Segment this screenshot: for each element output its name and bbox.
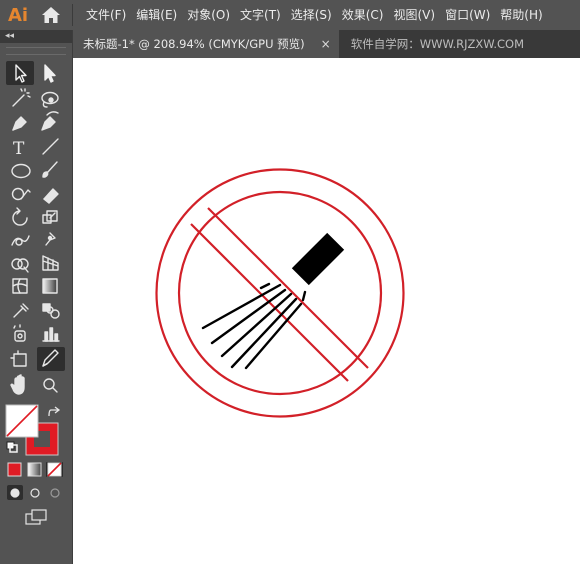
tab-document[interactable]: 未标题-1* @ 208.94% (CMYK/GPU 预览) × [73, 30, 339, 58]
close-icon[interactable]: × [321, 37, 331, 51]
document-tab-bar: 未标题-1* @ 208.94% (CMYK/GPU 预览) × 软件自学网：W… [73, 30, 580, 58]
shaper-tool-icon[interactable] [11, 187, 31, 201]
draw-inside-icon[interactable] [50, 488, 60, 498]
gradient-tool-icon[interactable] [42, 278, 58, 294]
screen-mode-icon[interactable] [25, 509, 47, 525]
mesh-tool-icon[interactable] [12, 278, 28, 294]
app-logo: Ai [7, 4, 29, 26]
column-graph-tool-icon[interactable] [42, 327, 60, 342]
hand-tool-icon[interactable] [10, 374, 25, 395]
scale-tool-icon[interactable] [42, 210, 58, 224]
paintbrush-tool-icon[interactable] [42, 161, 58, 178]
draw-behind-icon[interactable] [30, 488, 40, 498]
spray-can-icon [201, 232, 345, 370]
collapse-panel-button[interactable]: ◂◂ [0, 30, 72, 43]
color-mode-button[interactable] [7, 462, 22, 477]
warp-tool-icon[interactable] [11, 235, 30, 246]
blend-tool-icon[interactable] [42, 303, 60, 319]
direct-selection-tool-icon[interactable] [44, 64, 56, 83]
illustrator-window: Ai 文件(F) 编辑(E) 对象(O) 文字(T) 选择(S) 效果(C) 视… [0, 0, 580, 564]
menu-view[interactable]: 视图(V) [388, 0, 440, 30]
line-segment-tool-icon[interactable] [42, 138, 59, 155]
ellipse-tool-icon[interactable] [11, 163, 31, 179]
shape-builder-tool-icon[interactable] [11, 258, 29, 273]
magic-wand-tool-icon[interactable] [12, 88, 31, 107]
home-icon[interactable] [36, 0, 66, 30]
pencil-tool-highlight [37, 347, 65, 371]
rotate-tool-icon[interactable] [12, 207, 28, 226]
menu-edit[interactable]: 编辑(E) [131, 0, 182, 30]
tools-panel: ◂◂ T [0, 30, 73, 564]
symbol-sprayer-tool-icon[interactable] [13, 324, 26, 342]
puppet-warp-tool-icon[interactable] [45, 232, 56, 246]
diagonal-line-top[interactable] [207, 207, 369, 369]
zoom-tool-icon[interactable] [43, 378, 58, 393]
draw-normal-icon[interactable] [10, 488, 20, 498]
menu-effect[interactable]: 效果(C) [337, 0, 389, 30]
menu-help[interactable]: 帮助(H) [495, 0, 547, 30]
type-tool-icon[interactable]: T [13, 139, 25, 159]
fill-stroke-swatches [5, 404, 63, 525]
pen-tool-icon[interactable] [12, 116, 27, 131]
menu-bar: Ai 文件(F) 编辑(E) 对象(O) 文字(T) 选择(S) 效果(C) 视… [0, 0, 580, 30]
tab-document-label: 未标题-1* @ 208.94% (CMYK/GPU 预览) [83, 37, 305, 51]
menu-type[interactable]: 文字(T) [235, 0, 286, 30]
lasso-tool-icon[interactable] [41, 91, 59, 108]
gradient-mode-button[interactable] [27, 462, 42, 477]
default-colors-icon[interactable] [6, 441, 18, 453]
menu-object[interactable]: 对象(O) [182, 0, 235, 30]
perspective-grid-tool-icon[interactable] [42, 255, 59, 271]
menu-select[interactable]: 选择(S) [286, 0, 337, 30]
selection-tool-highlight [6, 61, 34, 85]
swap-fill-stroke-icon[interactable] [48, 406, 61, 417]
eyedropper-tool-icon[interactable] [13, 303, 29, 318]
watermark-text: 软件自学网：WWW.RJZXW.COM [350, 37, 524, 51]
no-spraying-sign-icon[interactable] [73, 58, 580, 564]
eraser-tool-icon[interactable] [43, 188, 59, 204]
artboard-tool-icon[interactable] [10, 350, 27, 367]
panel-grip[interactable] [6, 47, 66, 55]
menu-window[interactable]: 窗口(W) [440, 0, 495, 30]
curvature-tool-icon[interactable] [41, 111, 59, 131]
tool-icons: T [5, 61, 65, 525]
menu-file[interactable]: 文件(F) [81, 0, 131, 30]
artboard-canvas[interactable] [73, 58, 580, 564]
menu-divider [72, 4, 73, 26]
